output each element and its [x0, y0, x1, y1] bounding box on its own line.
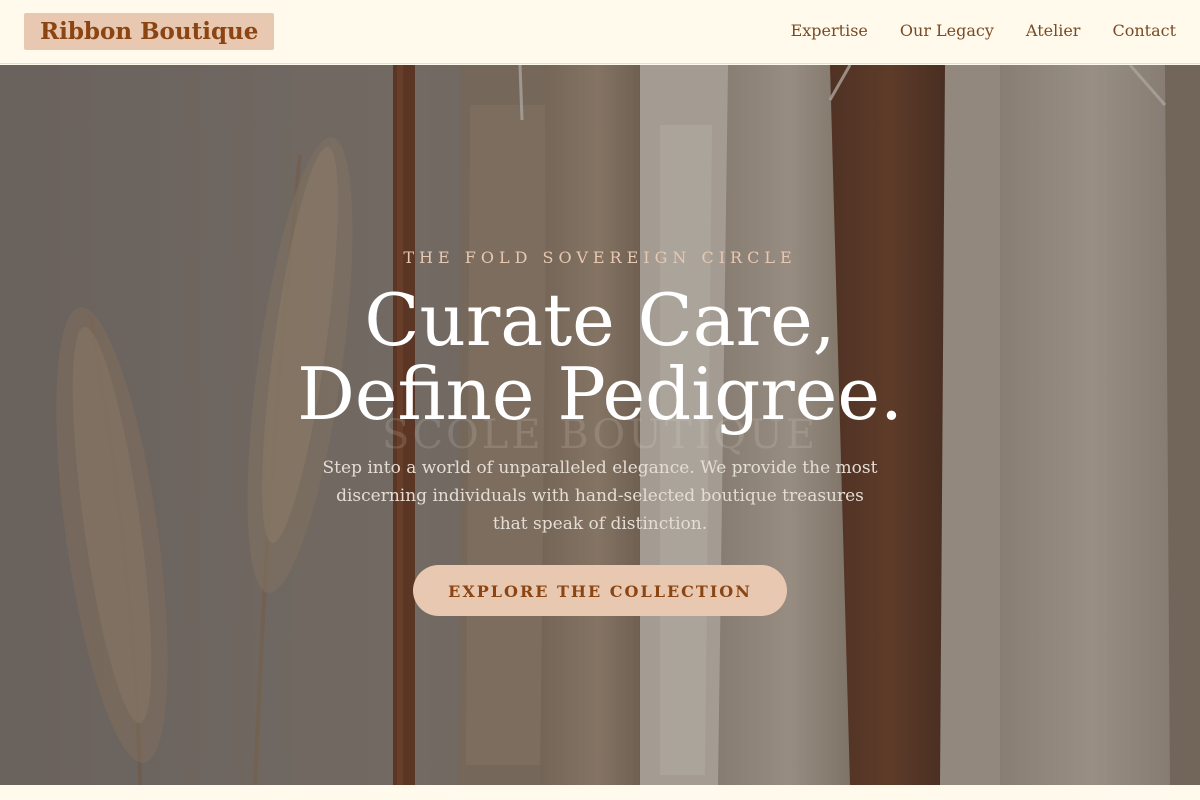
nav-link-atelier[interactable]: Atelier [1026, 20, 1081, 42]
hero-content: THE FOLD SOVEREIGN CIRCLE SCOLE BOUTIQUE… [0, 65, 1200, 785]
hero-headline-line-1: Curate Care, [364, 278, 836, 362]
main-nav: Expertise Our Legacy Atelier Contact [791, 20, 1176, 42]
hero-headline: Curate Care, Define Pedigree. [0, 283, 1200, 431]
hero-section: THE FOLD SOVEREIGN CIRCLE SCOLE BOUTIQUE… [0, 65, 1200, 785]
site-header: Ribbon Boutique Expertise Our Legacy Ate… [0, 0, 1200, 64]
nav-link-contact[interactable]: Contact [1112, 20, 1176, 42]
hero-headline-line-2: Define Pedigree. [297, 352, 903, 436]
page-bottom-strip [0, 785, 1200, 800]
explore-collection-button[interactable]: EXPLORE THE COLLECTION [413, 565, 787, 616]
hero-lead-paragraph: Step into a world of unparalleled elegan… [322, 458, 878, 534]
nav-link-expertise[interactable]: Expertise [791, 20, 868, 42]
brand-logo[interactable]: Ribbon Boutique [24, 13, 275, 50]
nav-link-our-legacy[interactable]: Our Legacy [900, 20, 994, 42]
hero-eyebrow: THE FOLD SOVEREIGN CIRCLE [403, 248, 797, 267]
